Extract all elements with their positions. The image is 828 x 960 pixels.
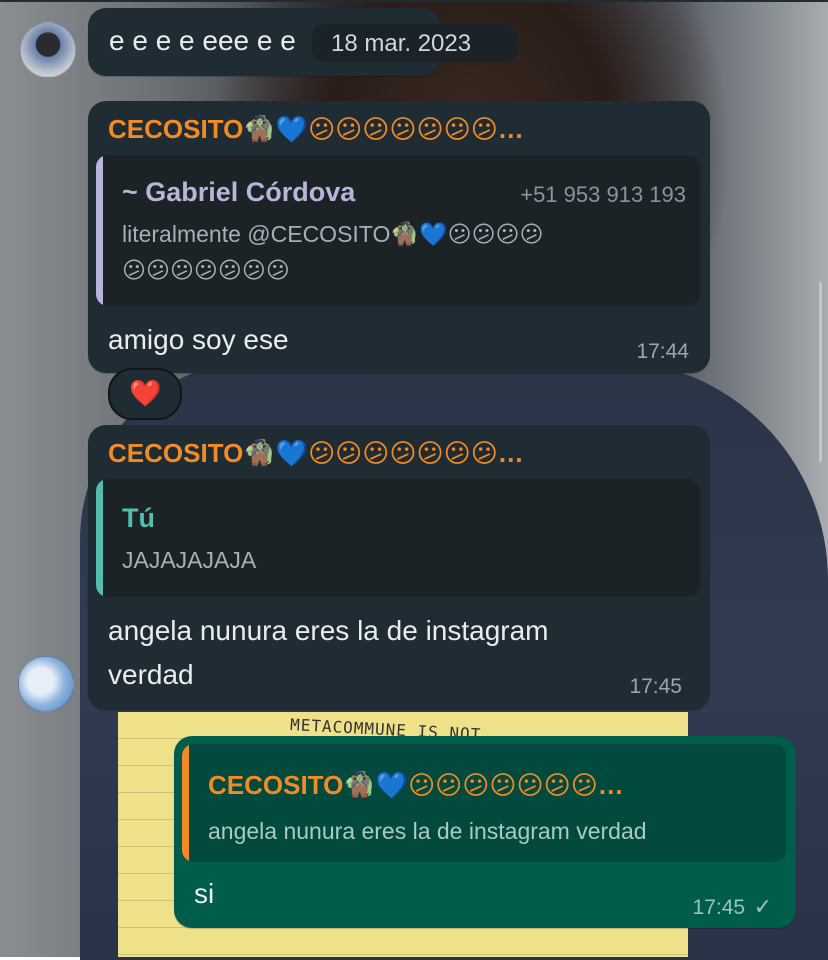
- message-time: 17:45: [692, 896, 746, 919]
- quote-author: ~ Gabriel Córdova: [122, 177, 356, 207]
- quote-author: Tú: [122, 503, 155, 533]
- quote-author: CECOSITO🧌💙😕😕😕😕😕😕😕…: [208, 770, 624, 800]
- message-bubble[interactable]: CECOSITO🧌💙😕😕😕😕😕😕😕… ~ Gabriel Córdova +51…: [88, 101, 710, 373]
- quote-phone: +51 953 913 193: [520, 182, 686, 207]
- quote-text: angela nunura eres la de instagram verda…: [208, 818, 647, 844]
- quote-text: 😕😕😕😕😕😕😕: [122, 257, 290, 283]
- quoted-message[interactable]: Tú JAJAJAJAJA: [96, 479, 700, 597]
- heart-icon: ❤️: [129, 378, 162, 408]
- message-text: amigo soy ese: [108, 324, 289, 355]
- quote-text: literalmente @CECOSITO🧌💙😕😕😕😕: [122, 221, 544, 247]
- quoted-message[interactable]: ~ Gabriel Córdova +51 953 913 193 litera…: [96, 155, 700, 306]
- scrollbar[interactable]: [819, 282, 822, 462]
- message-meta: 17:45 ✓: [693, 894, 772, 920]
- date-pill-text: 18 mar. 2023: [331, 30, 472, 57]
- reaction-badge[interactable]: ❤️: [108, 368, 182, 420]
- sender-name[interactable]: CECOSITO🧌💙😕😕😕😕😕😕😕…: [108, 438, 668, 469]
- date-pill: 18 mar. 2023: [312, 24, 518, 62]
- message-bubble[interactable]: CECOSITO🧌💙😕😕😕😕😕😕😕… Tú JAJAJAJAJA angela …: [88, 425, 710, 710]
- avatar[interactable]: [18, 656, 74, 712]
- quote-text: JAJAJAJAJA: [122, 547, 257, 573]
- message-bubble-outgoing[interactable]: CECOSITO🧌💙😕😕😕😕😕😕😕… angela nunura eres la…: [174, 736, 796, 928]
- quote-accent-bar: [96, 479, 103, 597]
- sent-check-icon: ✓: [753, 894, 772, 919]
- message-text: e e e e eee e e: [109, 25, 296, 56]
- quote-accent-bar: [182, 744, 189, 862]
- message-time: 17:44: [636, 340, 689, 363]
- message-time: 17:45: [629, 675, 682, 698]
- avatar[interactable]: [20, 22, 76, 78]
- message-text: angela nunura eres la de instagram: [108, 615, 549, 646]
- quoted-message[interactable]: CECOSITO🧌💙😕😕😕😕😕😕😕… angela nunura eres la…: [182, 744, 786, 862]
- top-divider: [0, 0, 828, 2]
- sender-name[interactable]: CECOSITO🧌💙😕😕😕😕😕😕😕…: [108, 114, 668, 145]
- quote-accent-bar: [96, 155, 103, 306]
- message-text: si: [194, 878, 215, 909]
- message-text: verdad: [108, 659, 194, 690]
